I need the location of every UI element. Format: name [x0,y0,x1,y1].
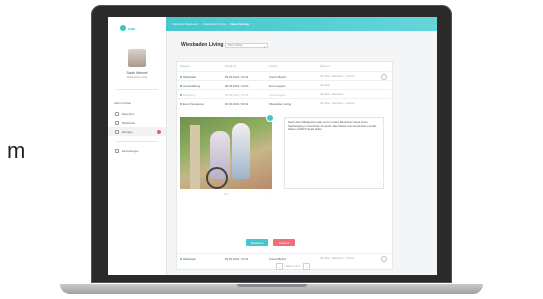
sidebar-item-label: Beiträge [122,129,133,134]
sidebar-item-bewohner[interactable]: Bewohner [108,109,166,118]
chevron-right-icon[interactable]: › [269,193,270,197]
row-category: Event Neugieren [180,102,204,106]
table-row[interactable]: Mittelstadt 09.03.2016 / 13:41 Ansmit Be… [176,253,391,262]
row-actions[interactable]: Neu Bitte [320,84,330,87]
sidebar: nqo Sarah Mehmet Wiesbaden Living Admin … [108,17,167,275]
sidebar-item-mitarbeiter[interactable]: Mitarbeiter [108,118,166,127]
avatar[interactable] [128,49,146,67]
row-category: Mittelstadt [180,75,196,79]
resize-icon[interactable]: ⤡ [379,182,381,186]
logo-icon [120,25,126,31]
row-category: Mittelstadt [180,257,196,261]
more-icon[interactable] [381,256,387,262]
sidebar-item-label: Bewohner [122,111,135,116]
row-author: Ansmit Berlitz [269,75,287,79]
location-select-value: Filter wählen [228,44,243,47]
breadcrumb-current: Neuer Beitrag [230,22,249,26]
row-author: Wiesbaden Living [269,102,292,106]
user-subtitle: Wiesbaden Living [126,76,148,79]
prev-page-button[interactable]: ‹ [276,263,283,270]
sidebar-heading: Admin Panel [114,101,132,105]
row-actions[interactable]: Neu Bitte · Bearbeiten · Löschen [320,102,355,105]
table-row[interactable]: Einladung 06.03.2016 / 10:30 Lisa Langen… [176,89,391,98]
sidebar-item-label: Mitarbeiter [122,120,136,125]
row-date: 06.03.2016 / 09:01 [225,102,249,106]
chevron-left-icon[interactable]: ‹ [182,193,183,197]
user-name: Sarah Mehmet [126,71,148,75]
row-date: 08.03.2016 / 12:00 [225,84,249,88]
column-header: Aktionen [320,65,330,68]
row-date: 09.03.2016 / 13:41 [225,257,249,261]
row-author: Eva Langens [269,84,286,88]
status-dot [180,103,182,106]
location-select[interactable]: Filter wählen ▾ [225,43,268,49]
main-content: Wiesbaden Living Filter wählen ▾ Kategor… [166,31,437,275]
table-row[interactable]: Event Neugieren 06.03.2016 / 09:01 Wiesb… [176,98,391,110]
notification-badge [157,129,161,134]
column-header: Erstellt am [225,65,237,68]
table-row[interactable]: Veranstaltung 08.03.2016 / 12:00 Eva Lan… [176,80,391,89]
breadcrumb: Startseite Wiesbaden › Wiesbaden Living … [166,17,437,31]
page-title: Wiesbaden Living [181,42,224,48]
column-header: Autor/in [269,65,278,68]
staff-icon [115,120,119,125]
table-row[interactable]: Mittelstadt 09.03.2016 / 13:41 Ansmit Be… [176,71,391,80]
row-actions[interactable]: Neu Bitte · Bearbeiten · Löschen [320,75,355,78]
row-category: Veranstaltung [180,84,200,88]
sidebar-item-beitraege[interactable]: Beiträge [108,127,166,136]
photo-edit-icon[interactable] [266,114,274,122]
breadcrumb-item[interactable]: Startseite Wiesbaden [172,22,199,26]
post-icon [115,129,119,134]
image-pager: 1/3 [224,193,228,196]
pagination: ‹ Seite 1 von 4 › [276,263,310,270]
post-text-area[interactable]: Nach dem Mittagessen gab es für unsere B… [284,117,384,189]
post-editor: ‹ 1/3 › Nach dem Mittagessen gab es für … [180,114,384,212]
user-icon [115,111,119,116]
stray-letter: m [7,138,26,163]
row-date: 09.03.2016 / 13:41 [225,75,249,79]
pagination-label: Seite 1 von 4 [286,265,300,268]
status-dot [180,76,182,79]
row-actions[interactable]: Neu Bitte · Bearbeiten [320,93,344,96]
save-button[interactable]: Speichern [246,239,268,246]
sidebar-item-einstellungen[interactable]: Einstellungen [108,146,166,155]
post-photo[interactable] [180,117,272,189]
row-actions[interactable]: Neu Bitte · Bearbeiten · Löschen [320,257,355,260]
app-logo[interactable]: nqo [120,23,135,33]
column-header: Kategorie [180,65,191,68]
post-text: Nach dem Mittagessen gab es für unsere B… [288,120,377,132]
status-dot [180,85,182,88]
delete-button[interactable]: Löschen [273,239,295,246]
sidebar-divider [116,89,158,90]
row-author: Lisa Langens [269,93,286,97]
row-category: Einladung [180,93,195,97]
status-dot [180,258,182,261]
laptop-notch [237,284,307,287]
status-dot [180,94,182,97]
breadcrumb-item[interactable]: Wiesbaden Living [204,22,226,26]
next-page-button[interactable]: › [302,263,310,270]
chevron-down-icon: ▾ [263,45,265,49]
logo-text: nqo [128,25,136,31]
row-author: Ansmit Berlitz [269,257,287,261]
sidebar-divider [116,141,158,142]
row-date: 06.03.2016 / 10:30 [225,93,249,97]
laptop-screen: nqo Sarah Mehmet Wiesbaden Living Admin … [108,17,437,275]
gear-icon [115,148,119,153]
sidebar-item-label: Einstellungen [122,148,139,153]
